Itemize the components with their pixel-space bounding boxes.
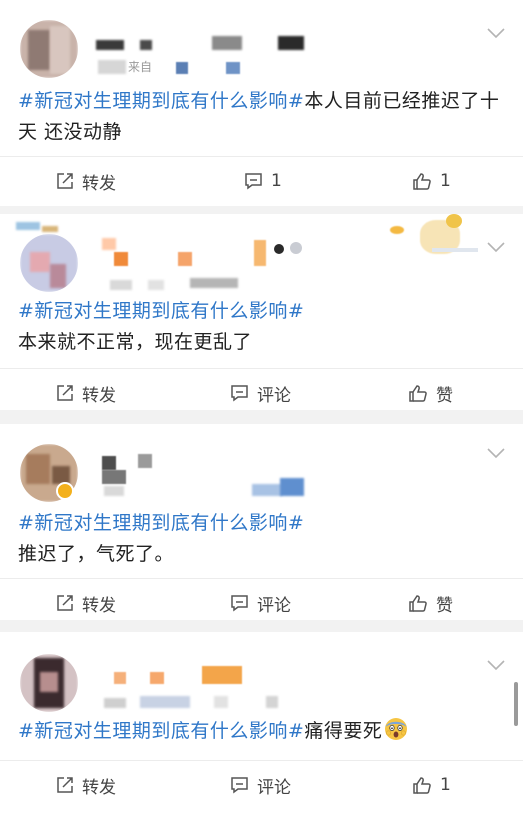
post-body: 本来就不正常，现在更乱了: [18, 331, 253, 353]
meta-source-label: 来自: [128, 60, 153, 74]
like-icon: [413, 776, 431, 794]
like-label: 赞: [436, 385, 453, 406]
repost-label: 转发: [82, 173, 116, 194]
chevron-down-icon[interactable]: [485, 658, 507, 672]
chevron-down-icon[interactable]: [485, 26, 507, 40]
chevron-down-icon[interactable]: [485, 240, 507, 254]
like-button[interactable]: 1: [412, 157, 451, 205]
comment-icon: [231, 595, 248, 612]
like-button[interactable]: 赞: [408, 579, 453, 627]
like-count: 1: [440, 775, 451, 795]
avatar[interactable]: [20, 20, 78, 78]
like-icon: [409, 594, 427, 612]
repost-button[interactable]: 转发: [56, 761, 116, 809]
comment-label: 评论: [257, 777, 291, 798]
repost-button[interactable]: 转发: [56, 157, 116, 205]
like-label: 赞: [436, 595, 453, 616]
post-text: #新冠对生理期到底有什么影响# 本来就不正常，现在更乱了: [18, 296, 509, 358]
post-card: #新冠对生理期到底有什么影响# 本来就不正常，现在更乱了 转发 评论 赞: [0, 214, 523, 410]
hashtag-link[interactable]: #新冠对生理期到底有什么影响#: [18, 296, 509, 327]
post-body: 推迟了，气死了。: [18, 543, 175, 565]
verified-badge: [56, 482, 74, 500]
post-card: 来自 #新冠对生理期到底有什么影响#本人目前已经推迟了十天 还没动静 转发 1: [0, 0, 523, 206]
like-count: 1: [440, 171, 451, 191]
comment-button[interactable]: 1: [244, 157, 282, 205]
avatar[interactable]: [20, 234, 78, 292]
post-actions: 转发 评论 赞: [0, 368, 523, 417]
post-text: #新冠对生理期到底有什么影响#本人目前已经推迟了十天 还没动静: [18, 86, 509, 148]
comment-count: 1: [271, 171, 282, 191]
like-button[interactable]: 赞: [408, 369, 453, 417]
comment-icon: [245, 173, 262, 190]
post-text: #新冠对生理期到底有什么影响# 推迟了，气死了。: [18, 508, 509, 570]
repost-label: 转发: [82, 777, 116, 798]
repost-icon: [57, 595, 73, 611]
repost-button[interactable]: 转发: [56, 369, 116, 417]
comment-label: 评论: [257, 385, 291, 406]
comment-icon: [231, 385, 248, 402]
post-actions: 转发 1 1: [0, 156, 523, 205]
chevron-down-icon[interactable]: [485, 446, 507, 460]
repost-button[interactable]: 转发: [56, 579, 116, 627]
avatar[interactable]: [20, 654, 78, 712]
post-text: #新冠对生理期到底有什么影响#痛得要死: [18, 716, 509, 747]
repost-icon: [57, 777, 73, 793]
hashtag-link[interactable]: #新冠对生理期到底有什么影响#: [18, 508, 509, 539]
hashtag-link[interactable]: #新冠对生理期到底有什么影响#: [18, 720, 304, 742]
repost-icon: [57, 385, 73, 401]
comment-button[interactable]: 评论: [230, 761, 291, 809]
repost-icon: [57, 173, 73, 189]
scrollbar[interactable]: [514, 682, 518, 726]
like-button[interactable]: 1: [412, 761, 451, 809]
comment-label: 评论: [257, 595, 291, 616]
post-card: #新冠对生理期到底有什么影响# 推迟了，气死了。 转发 评论 赞: [0, 424, 523, 620]
post-actions: 转发 评论 赞: [0, 578, 523, 627]
repost-label: 转发: [82, 385, 116, 406]
post-body: 痛得要死: [304, 720, 383, 742]
like-icon: [413, 172, 431, 190]
scared-face-icon: [385, 718, 408, 740]
comment-icon: [231, 777, 248, 794]
hashtag-link[interactable]: #新冠对生理期到底有什么影响#: [18, 90, 304, 112]
post-actions: 转发 评论 1: [0, 760, 523, 809]
post-card: #新冠对生理期到底有什么影响#痛得要死 转发 评论 1: [0, 632, 523, 813]
comment-button[interactable]: 评论: [230, 369, 291, 417]
like-icon: [409, 384, 427, 402]
repost-label: 转发: [82, 595, 116, 616]
comment-button[interactable]: 评论: [230, 579, 291, 627]
